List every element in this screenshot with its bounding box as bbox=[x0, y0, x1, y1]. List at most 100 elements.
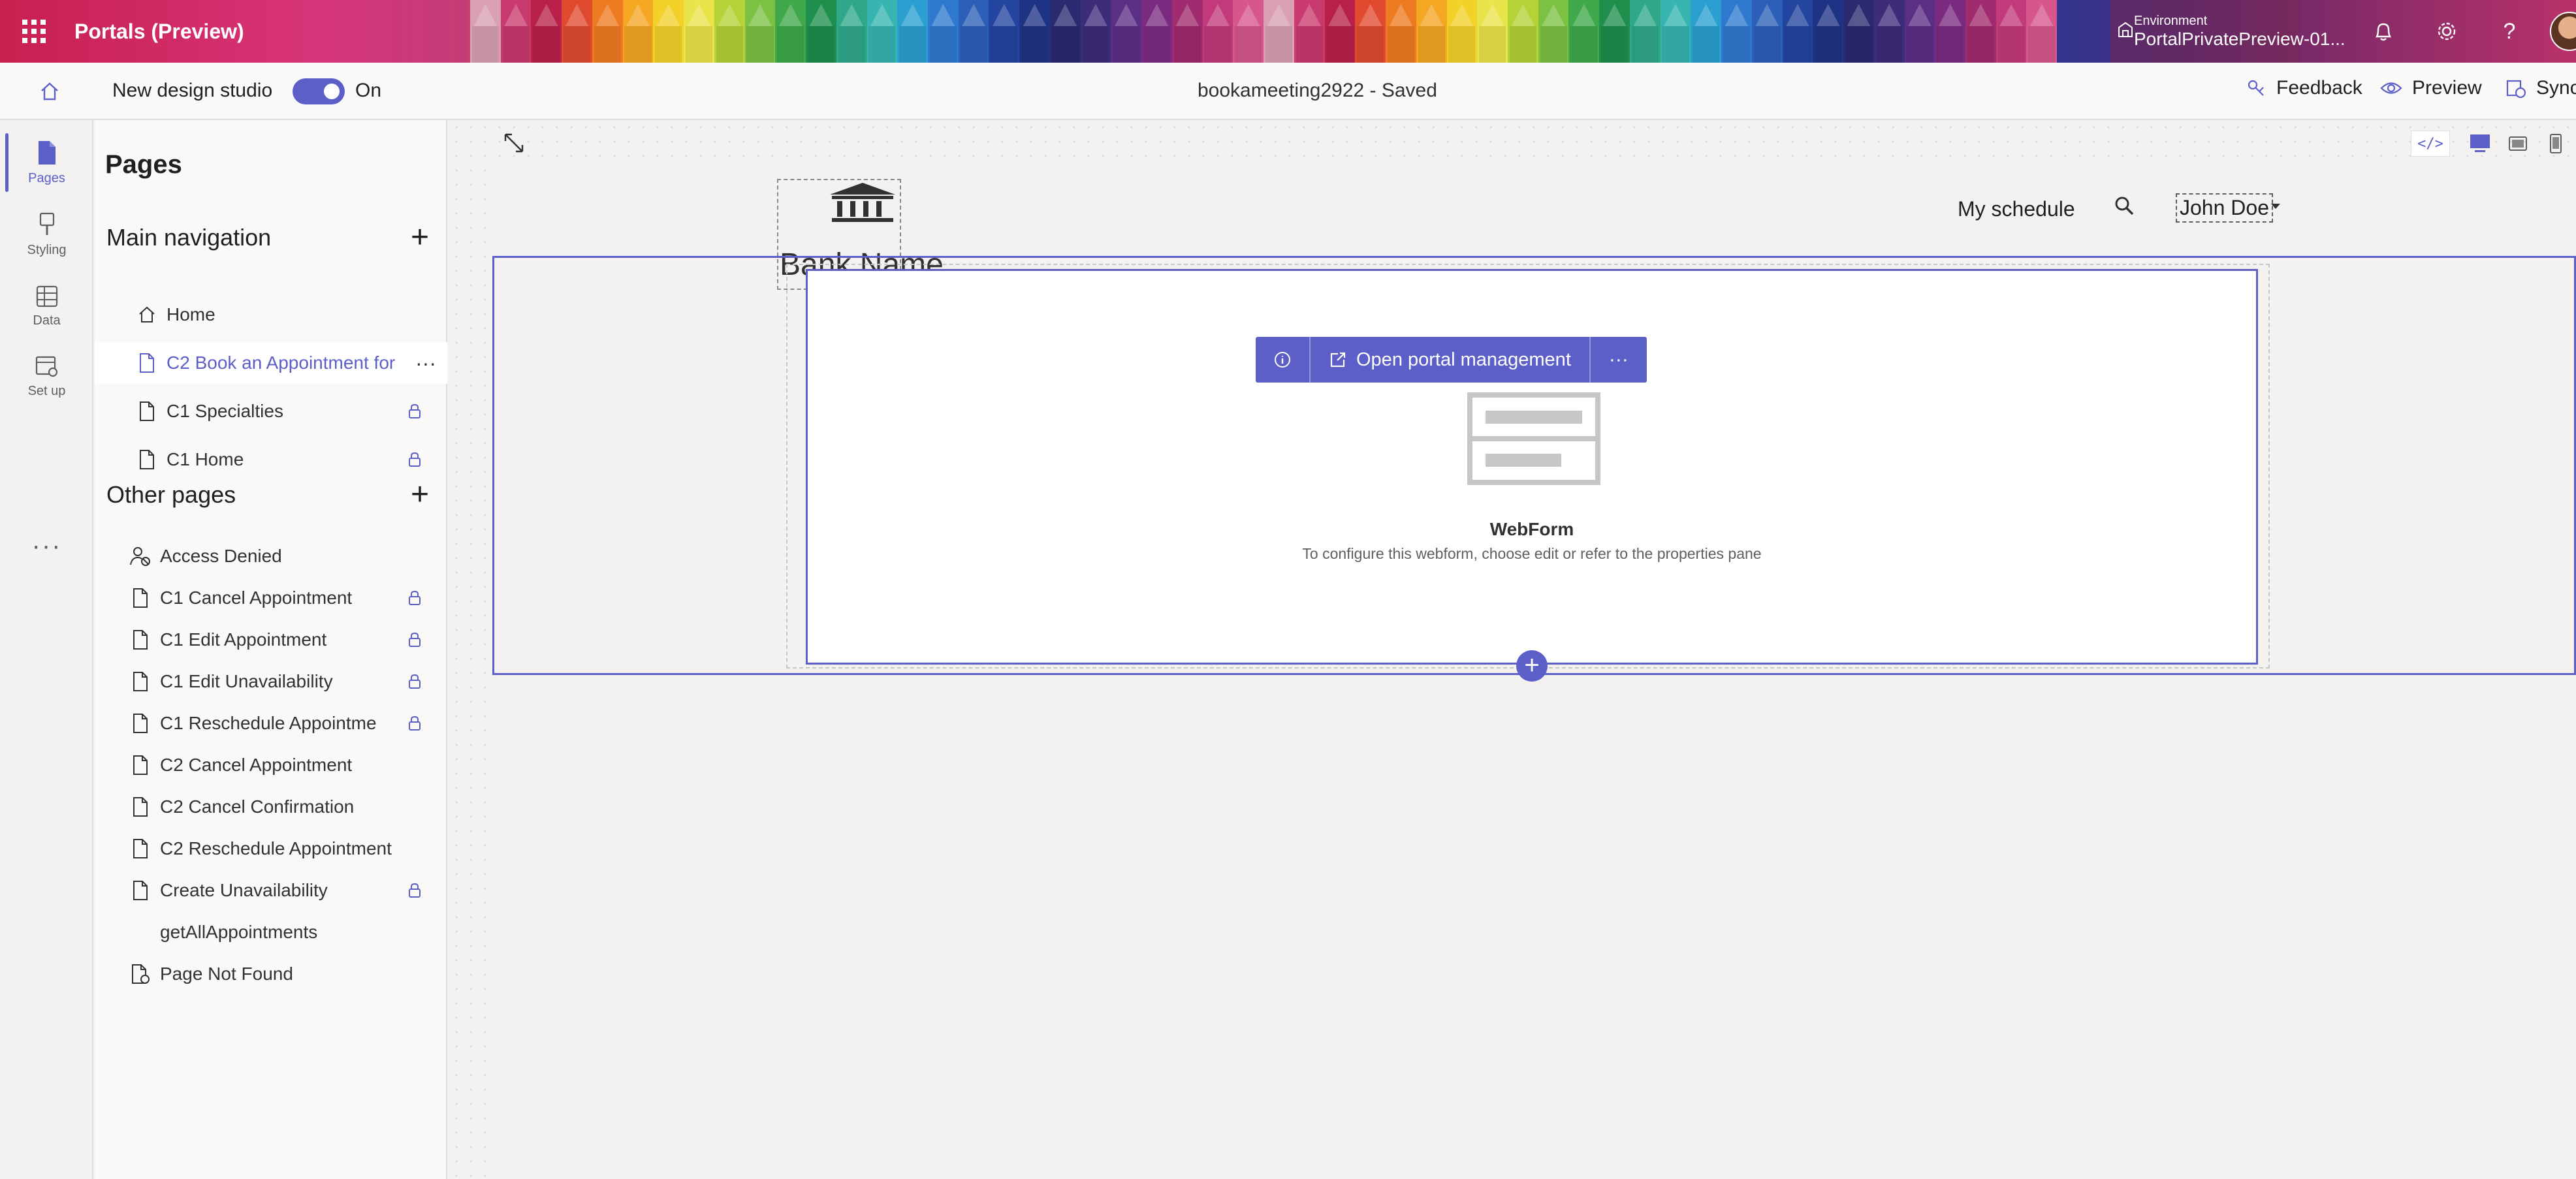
page-item[interactable]: C2 Book an Appointment for ··· bbox=[95, 342, 447, 384]
feedback-button[interactable]: Feedback bbox=[2245, 77, 2362, 99]
table-icon bbox=[36, 285, 57, 307]
lock-icon bbox=[395, 632, 434, 648]
page-item[interactable]: Access Denied bbox=[95, 535, 447, 577]
page-icon bbox=[121, 755, 160, 776]
add-main-page-button[interactable]: + bbox=[404, 222, 436, 253]
environment-picker[interactable]: Environment PortalPrivatePreview-01... bbox=[2110, 0, 2345, 63]
page-item[interactable]: C2 Cancel Appointment bbox=[95, 744, 447, 786]
help-button[interactable]: ? bbox=[2487, 0, 2532, 63]
home-button[interactable] bbox=[24, 74, 76, 108]
eye-icon bbox=[2380, 82, 2402, 94]
rail-data-label: Data bbox=[33, 313, 61, 328]
rail-data[interactable]: Data bbox=[0, 270, 93, 342]
sync-icon bbox=[2506, 80, 2526, 99]
add-section-button[interactable]: + bbox=[1516, 650, 1548, 682]
page-item[interactable]: Page Not Found bbox=[95, 953, 447, 995]
page-item[interactable]: getAllAppointments bbox=[95, 911, 447, 953]
crayon-art bbox=[1294, 0, 1325, 63]
info-button[interactable] bbox=[1256, 337, 1311, 383]
crayon-art bbox=[928, 0, 959, 63]
crayon-art bbox=[653, 0, 684, 63]
crayon-art bbox=[1324, 0, 1356, 63]
environment-icon bbox=[2117, 21, 2134, 42]
main-navigation-header: Main navigation + bbox=[106, 222, 436, 253]
settings-button[interactable] bbox=[2424, 0, 2470, 63]
site-header: Bank Name My schedule John Doe bbox=[492, 166, 2576, 290]
caret-down-icon[interactable] bbox=[2271, 204, 2280, 209]
page-item[interactable]: C1 Home bbox=[95, 439, 447, 480]
crayon-art bbox=[622, 0, 654, 63]
page-item-label: Create Unavailability bbox=[160, 880, 328, 900]
page-icon bbox=[121, 629, 160, 650]
tablet-view-button[interactable] bbox=[2504, 131, 2532, 157]
site-search-button[interactable] bbox=[2113, 195, 2135, 220]
lock-icon bbox=[395, 715, 434, 731]
bank-icon bbox=[827, 181, 898, 227]
page-item[interactable]: C2 Cancel Confirmation bbox=[95, 786, 447, 828]
page-item[interactable]: Home bbox=[95, 294, 447, 336]
gear-icon bbox=[2438, 22, 2456, 40]
crayon-art bbox=[592, 0, 623, 63]
rail-styling-label: Styling bbox=[27, 242, 67, 257]
webform-subtitle: To configure this webform, choose edit o… bbox=[1302, 545, 1762, 562]
mobile-view-button[interactable] bbox=[2541, 131, 2570, 157]
notifications-button[interactable] bbox=[2361, 0, 2406, 63]
code-editor-button[interactable]: </> bbox=[2411, 131, 2450, 157]
design-canvas: </> Bank Name My schedule John Doe WebFo… bbox=[449, 120, 2576, 1179]
design-studio-toggle[interactable] bbox=[293, 78, 345, 104]
page-item[interactable]: C2 Reschedule Appointment bbox=[95, 828, 447, 870]
command-bar: New design studio On bookameeting2922 - … bbox=[0, 63, 2576, 120]
rail-pages[interactable]: Pages bbox=[0, 127, 93, 198]
page-item-label: C1 Reschedule Appointme bbox=[160, 713, 377, 733]
crayon-art bbox=[1843, 0, 1874, 63]
pages-panel: Pages Main navigation + Home C2 Book an A… bbox=[95, 120, 447, 1179]
crayon-art bbox=[744, 0, 776, 63]
person-lock-icon bbox=[121, 546, 160, 567]
crayon-art bbox=[2026, 0, 2058, 63]
crayon-art bbox=[1080, 0, 1111, 63]
toolbar-more-button[interactable]: ··· bbox=[1591, 337, 1647, 383]
crayon-art bbox=[1264, 0, 1294, 63]
lock-icon bbox=[395, 452, 434, 467]
page-icon bbox=[121, 671, 160, 692]
crayon-art bbox=[1446, 0, 1478, 63]
desktop-view-button[interactable] bbox=[2466, 131, 2494, 157]
page-item[interactable]: Create Unavailability bbox=[95, 870, 447, 911]
expand-collapse-button[interactable] bbox=[501, 131, 526, 159]
rail-setup[interactable]: Set up bbox=[0, 341, 93, 413]
rail-styling[interactable]: Styling bbox=[0, 198, 93, 270]
page-item[interactable]: C1 Edit Appointment bbox=[95, 619, 447, 661]
page-item[interactable]: C1 Edit Unavailability bbox=[95, 661, 447, 702]
rail-more-button[interactable]: ··· bbox=[0, 531, 93, 561]
nav-my-schedule[interactable]: My schedule bbox=[1958, 197, 2075, 221]
lock-icon bbox=[395, 590, 434, 606]
sync-button[interactable]: Sync bbox=[2505, 77, 2576, 99]
crayon-art bbox=[1629, 0, 1661, 63]
page-item[interactable]: C1 Reschedule Appointme bbox=[95, 702, 447, 744]
crayon-art bbox=[684, 0, 714, 63]
environment-label: Environment bbox=[2134, 13, 2208, 28]
app-title[interactable]: Portals (Preview) bbox=[74, 0, 244, 63]
crayon-art bbox=[1233, 0, 1264, 63]
page-error-icon bbox=[121, 964, 160, 984]
page-item-label: C2 Reschedule Appointment bbox=[160, 838, 392, 858]
app-launcher-button[interactable] bbox=[14, 0, 54, 63]
crayon-art bbox=[1477, 0, 1508, 63]
webform-placeholder-icon bbox=[1467, 392, 1600, 488]
crayon-art bbox=[470, 0, 501, 63]
open-portal-management-button[interactable]: Open portal management bbox=[1311, 337, 1591, 383]
crayon-art bbox=[1386, 0, 1416, 63]
page-item[interactable]: C1 Cancel Appointment bbox=[95, 577, 447, 619]
add-other-page-button[interactable]: + bbox=[404, 479, 436, 511]
page-item[interactable]: C1 Specialties bbox=[95, 390, 447, 432]
crayon-art bbox=[1965, 0, 1996, 63]
crayon-art bbox=[1111, 0, 1142, 63]
site-preview: Bank Name My schedule John Doe WebForm T… bbox=[492, 166, 2576, 1179]
page-more-button[interactable]: ··· bbox=[409, 351, 442, 375]
webform-component[interactable]: WebForm To configure this webform, choos… bbox=[806, 269, 2258, 665]
other-pages-heading: Other pages bbox=[106, 481, 236, 508]
crayon-art bbox=[1019, 0, 1050, 63]
user-menu[interactable]: John Doe bbox=[2176, 193, 2273, 223]
preview-button[interactable]: Preview bbox=[2379, 77, 2482, 99]
crayon-art bbox=[867, 0, 898, 63]
